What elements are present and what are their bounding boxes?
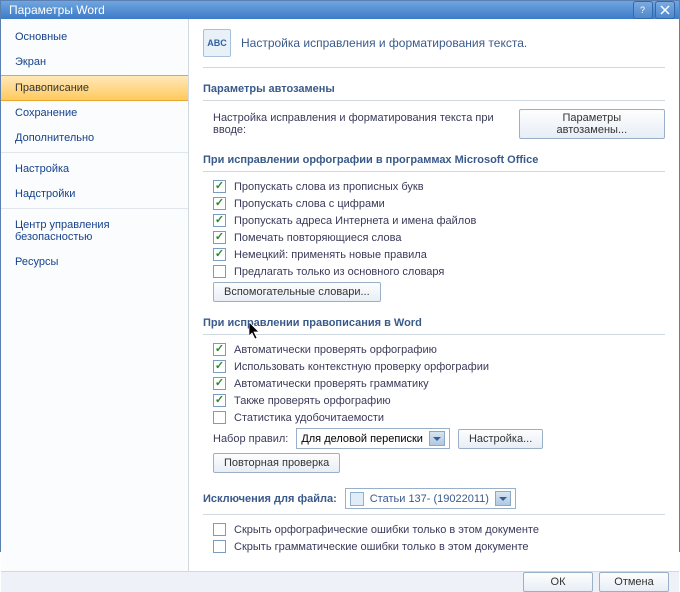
sidebar-item-save[interactable]: Сохранение — [1, 101, 188, 126]
sidebar-item-addins[interactable]: Надстройки — [1, 182, 188, 209]
check-also-spell[interactable] — [213, 394, 226, 407]
check-readability-label: Статистика удобочитаемости — [234, 412, 384, 424]
section-word-spelling: При исправлении правописания в Word Авто… — [203, 312, 665, 473]
sidebar-item-proofing[interactable]: Правописание — [1, 75, 188, 101]
check-hide-grammar[interactable] — [213, 540, 226, 553]
options-dialog: Параметры Word ? Основные Экран Правопис… — [0, 0, 680, 552]
check-internet[interactable] — [213, 214, 226, 227]
autocorrect-description: Настройка исправления и форматирования т… — [213, 112, 511, 136]
cancel-button[interactable]: Отмена — [599, 572, 669, 592]
rules-dropdown[interactable]: Для деловой переписки — [296, 428, 450, 449]
sidebar: Основные Экран Правописание Сохранение Д… — [1, 19, 189, 571]
check-readability[interactable] — [213, 411, 226, 424]
exceptions-file-dropdown[interactable]: Статьи 137- (19022011) — [345, 488, 516, 509]
check-hide-grammar-label: Скрыть грамматические ошибки только в эт… — [234, 541, 529, 553]
document-icon — [350, 492, 364, 506]
ok-button[interactable]: ОК — [523, 572, 593, 592]
section-office-title: При исправлении орфографии в программах … — [203, 149, 665, 172]
section-autocorrect: Параметры автозамены Настройка исправлен… — [203, 78, 665, 139]
titlebar-buttons: ? — [633, 1, 675, 19]
check-main-dict-label: Предлагать только из основного словаря — [234, 266, 444, 278]
sidebar-item-trust-center[interactable]: Центр управления безопасностью — [1, 213, 188, 250]
close-button[interactable] — [655, 1, 675, 19]
check-auto-spell-label: Автоматически проверять орфографию — [234, 344, 437, 356]
check-auto-spell[interactable] — [213, 343, 226, 356]
content-title: Настройка исправления и форматирования т… — [241, 36, 527, 50]
rules-label: Набор правил: — [213, 433, 288, 445]
section-word-title: При исправлении правописания в Word — [203, 312, 665, 335]
check-uppercase[interactable] — [213, 180, 226, 193]
chevron-down-icon — [429, 431, 445, 446]
content-header: ABC Настройка исправления и форматирован… — [203, 29, 665, 68]
autocorrect-options-button[interactable]: Параметры автозамены... — [519, 109, 665, 139]
section-office-spelling: При исправлении орфографии в программах … — [203, 149, 665, 302]
check-german-label: Немецкий: применять новые правила — [234, 249, 427, 261]
window-title: Параметры Word — [5, 3, 633, 17]
check-repeated-label: Помечать повторяющиеся слова — [234, 232, 402, 244]
check-contextual-label: Использовать контекстную проверку орфогр… — [234, 361, 489, 373]
section-autocorrect-title: Параметры автозамены — [203, 78, 665, 101]
exceptions-file-value: Статьи 137- (19022011) — [370, 493, 489, 505]
sidebar-item-advanced[interactable]: Дополнительно — [1, 126, 188, 153]
dialog-body: Основные Экран Правописание Сохранение Д… — [1, 19, 679, 571]
check-main-dict[interactable] — [213, 265, 226, 278]
check-internet-label: Пропускать адреса Интернета и имена файл… — [234, 215, 476, 227]
help-button[interactable]: ? — [633, 1, 653, 19]
sidebar-item-customize[interactable]: Настройка — [1, 157, 188, 182]
chevron-down-icon — [495, 491, 511, 506]
rules-value: Для деловой переписки — [301, 433, 423, 445]
check-numbers-label: Пропускать слова с цифрами — [234, 198, 385, 210]
check-german[interactable] — [213, 248, 226, 261]
recheck-button[interactable]: Повторная проверка — [213, 453, 340, 473]
sidebar-item-display[interactable]: Экран — [1, 50, 188, 75]
check-grammar[interactable] — [213, 377, 226, 390]
section-exceptions-title: Исключения для файла: — [203, 493, 337, 505]
proofing-icon: ABC — [203, 29, 231, 57]
check-hide-spelling-label: Скрыть орфографические ошибки только в э… — [234, 524, 539, 536]
check-repeated[interactable] — [213, 231, 226, 244]
sidebar-item-general[interactable]: Основные — [1, 25, 188, 50]
sidebar-item-resources[interactable]: Ресурсы — [1, 250, 188, 275]
dialog-footer: ОК Отмена — [1, 571, 679, 592]
titlebar: Параметры Word ? — [1, 1, 679, 19]
check-also-spell-label: Также проверять орфографию — [234, 395, 391, 407]
check-hide-spelling[interactable] — [213, 523, 226, 536]
grammar-settings-button[interactable]: Настройка... — [458, 429, 543, 449]
check-contextual[interactable] — [213, 360, 226, 373]
svg-text:?: ? — [640, 5, 645, 15]
section-exceptions: Исключения для файла: Статьи 137- (19022… — [203, 483, 665, 553]
custom-dictionaries-button[interactable]: Вспомогательные словари... — [213, 282, 381, 302]
autocorrect-row: Настройка исправления и форматирования т… — [213, 109, 665, 139]
help-icon: ? — [638, 5, 648, 15]
content-panel: ABC Настройка исправления и форматирован… — [189, 19, 679, 571]
check-uppercase-label: Пропускать слова из прописных букв — [234, 181, 424, 193]
check-numbers[interactable] — [213, 197, 226, 210]
check-grammar-label: Автоматически проверять грамматику — [234, 378, 429, 390]
section-exceptions-title-row: Исключения для файла: Статьи 137- (19022… — [203, 483, 665, 515]
close-icon — [660, 5, 670, 15]
